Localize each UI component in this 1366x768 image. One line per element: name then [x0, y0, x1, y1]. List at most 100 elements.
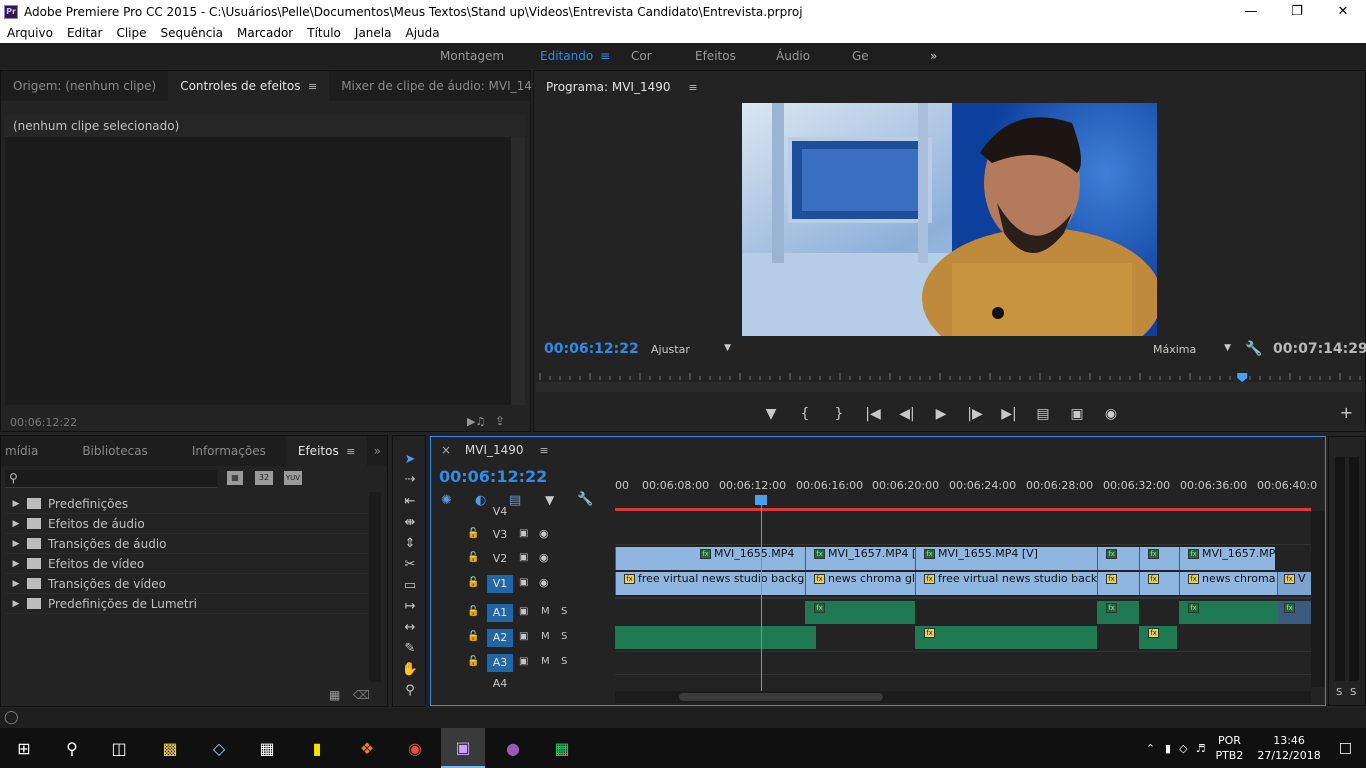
panel-menu-icon[interactable]: ≡ [343, 445, 355, 458]
panel-overflow-icon[interactable]: » [368, 436, 387, 466]
solo-left-button[interactable]: S [1336, 687, 1342, 698]
workspace-menu-icon[interactable]: ≡ [600, 49, 610, 63]
menu-arquivo[interactable]: Arquivo [0, 26, 60, 40]
program-current-timecode[interactable]: 00:06:12:22 [544, 341, 639, 357]
rate-stretch-tool-icon[interactable]: ⇕ [399, 536, 421, 556]
program-video-frame[interactable] [742, 103, 1157, 336]
task-view-icon[interactable]: ◫ [97, 728, 141, 768]
trash-icon[interactable]: ⌫ [353, 688, 370, 702]
tree-item-transicoes-de-video[interactable]: ▶ Transições de vídeo [5, 574, 369, 594]
solo-button[interactable]: S [561, 631, 567, 642]
lock-icon[interactable]: 🔓 [467, 528, 479, 539]
expand-triangle-icon[interactable]: ▶ [5, 539, 27, 549]
play-icon[interactable]: ▶ [924, 406, 958, 422]
clip-v1[interactable]: fx news chroma [1179, 572, 1277, 595]
tab-midia[interactable]: mídia [1, 436, 42, 466]
clip-v1[interactable]: fx [1097, 572, 1139, 595]
zoom-tool-icon[interactable]: ⚲ [399, 683, 421, 703]
solo-button[interactable]: S [561, 606, 567, 617]
mute-button[interactable]: M [541, 606, 550, 617]
pen-tool-icon[interactable]: ✎ [399, 641, 421, 661]
track-select-tool-icon[interactable]: ⇢ [399, 472, 421, 492]
effects-search-input[interactable]: ⚲ [5, 470, 217, 488]
time-ruler[interactable]: 00 00:06:08:00 00:06:12:00 00:06:16:00 0… [615, 475, 1317, 511]
scrollbar[interactable] [511, 137, 525, 405]
premiere-taskbar-icon[interactable]: ▣ [441, 728, 485, 768]
language-indicator[interactable]: POR PTB2 [1215, 733, 1243, 763]
track-name-v3[interactable]: V3 [487, 526, 513, 544]
tree-item-predefinicoes-de-lumetri[interactable]: ▶ Predefinições de Lumetri [5, 594, 369, 614]
network-icon[interactable]: ◇ [1179, 742, 1187, 755]
step-forward-icon[interactable]: |▶ [958, 406, 992, 422]
minimize-icon[interactable]: — [1228, 0, 1274, 23]
menu-marcador[interactable]: Marcador [230, 26, 300, 40]
clip-v2[interactable]: fx MVI_1657.MP4 [ [805, 547, 915, 570]
search-icon[interactable]: ⚲ [50, 728, 94, 768]
volume-icon[interactable]: ♬ [1196, 742, 1206, 755]
close-icon[interactable]: × [441, 443, 451, 457]
file-explorer-icon[interactable]: ▩ [148, 728, 192, 768]
menu-janela[interactable]: Janela [348, 26, 399, 40]
sync-lock-icon[interactable]: ▣ [519, 656, 528, 667]
calculator-icon[interactable]: ▦ [245, 728, 289, 768]
clip-v1[interactable]: fx news chroma gl [805, 572, 915, 595]
slide-tool-alt-icon[interactable]: ↔ [399, 620, 421, 640]
sync-lock-icon[interactable]: ▣ [519, 577, 528, 588]
ripple-edit-tool-icon[interactable]: ⇤ [399, 494, 421, 514]
mute-button[interactable]: M [541, 631, 550, 642]
workspace-ge[interactable]: Ge [852, 49, 869, 63]
panel-menu-icon[interactable]: ≡ [688, 81, 697, 94]
scrollbar[interactable] [369, 492, 381, 682]
track-area[interactable]: fx MVI_1655.MP4 fx MVI_1657.MP4 [ fx MVI_16… [615, 521, 1311, 691]
add-button-icon[interactable]: + [1340, 403, 1353, 422]
clip-v2[interactable]: fx MVI_1657.MP [1179, 547, 1275, 570]
accelerated-effects-icon[interactable]: ▦ [227, 471, 243, 485]
tree-item-efeitos-de-audio[interactable]: ▶ Efeitos de áudio [5, 514, 369, 534]
slide-tool-icon[interactable]: ↦ [399, 599, 421, 619]
close-icon[interactable]: ✕ [1320, 0, 1366, 23]
lock-icon[interactable]: 🔓 [467, 577, 479, 588]
clip-v1[interactable]: fx free virtual news studio backgr [615, 572, 805, 595]
tab-mixer[interactable]: Mixer de clipe de áudio: MVI_149 [329, 71, 551, 101]
app-grid-icon[interactable]: ❖ [345, 728, 389, 768]
workspace-editando[interactable]: Editando [540, 49, 593, 63]
workspace-cor[interactable]: Cor [631, 49, 652, 63]
clip-a2[interactable]: fx [1139, 626, 1177, 649]
filter-icon[interactable]: ▶♫ [467, 415, 485, 428]
step-back-icon[interactable]: ◀| [890, 406, 924, 422]
solo-right-button[interactable]: S [1350, 687, 1356, 698]
menu-clipe[interactable]: Clipe [109, 26, 153, 40]
sync-lock-icon[interactable]: ▣ [519, 528, 528, 539]
vertical-scrollbar[interactable] [1311, 511, 1325, 687]
creative-cloud-icon[interactable]: ◯ [4, 710, 19, 725]
expand-triangle-icon[interactable]: ▶ [5, 519, 27, 529]
clip-a2[interactable]: fx [915, 626, 1097, 649]
32bit-effects-icon[interactable]: 32 [255, 471, 273, 485]
clip-v2[interactable]: fx [1139, 547, 1179, 570]
solo-button[interactable]: S [561, 656, 567, 667]
menu-titulo[interactable]: Título [300, 26, 348, 40]
clip-v2[interactable]: fx [1097, 547, 1139, 570]
track-name-a2[interactable]: A2 [487, 629, 513, 647]
menu-sequencia[interactable]: Sequência [154, 26, 231, 40]
workspace-overflow-icon[interactable]: » [930, 49, 937, 63]
menu-ajuda[interactable]: Ajuda [398, 26, 446, 40]
tree-item-efeitos-de-video[interactable]: ▶ Efeitos de vídeo [5, 554, 369, 574]
tree-item-transicoes-de-audio[interactable]: ▶ Transições de áudio [5, 534, 369, 554]
razor-tool-icon[interactable]: ✂ [399, 557, 421, 577]
maximize-icon[interactable]: ❐ [1274, 0, 1320, 23]
sync-lock-icon[interactable]: ▣ [519, 552, 528, 563]
panel-menu-icon[interactable]: ≡ [539, 444, 548, 457]
hand-tool-icon[interactable]: ✋ [399, 662, 421, 682]
go-to-in-icon[interactable]: |◀ [856, 406, 890, 422]
windows-start-icon[interactable]: ⊞ [2, 728, 46, 768]
workspace-montagem[interactable]: Montagem [440, 49, 504, 63]
tab-informacoes[interactable]: Informações [148, 436, 266, 466]
sequence-tab[interactable]: × MVI_1490 ≡ [441, 443, 549, 457]
yuv-effects-icon[interactable]: YUV [284, 471, 302, 485]
clip-a1[interactable]: fx [1179, 601, 1277, 624]
camera-icon[interactable]: ◉ [1094, 406, 1128, 422]
tab-efeitos[interactable]: Efeitos ≡ [285, 436, 368, 466]
track-name-a3[interactable]: A3 [487, 654, 513, 672]
add-marker-icon[interactable]: ▼ [754, 406, 788, 422]
